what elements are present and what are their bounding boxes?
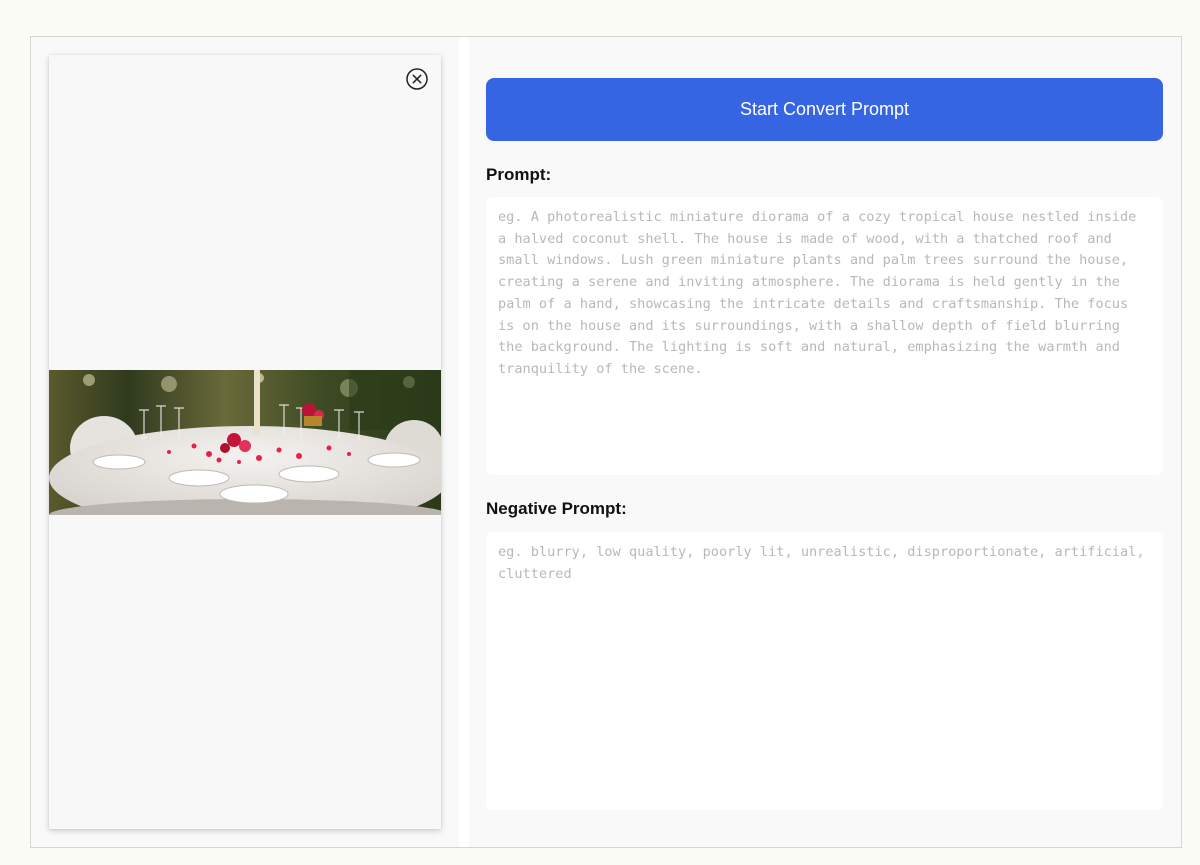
uploaded-image [49, 370, 441, 515]
prompt-input[interactable] [486, 197, 1163, 475]
image-panel [31, 37, 459, 847]
app-frame: Start Convert Prompt Prompt: Negative Pr… [30, 36, 1182, 848]
negative-prompt-label: Negative Prompt: [486, 499, 627, 518]
close-icon[interactable] [405, 67, 429, 91]
prompt-panel: Start Convert Prompt Prompt: Negative Pr… [469, 37, 1181, 847]
negative-prompt-input[interactable] [486, 532, 1163, 810]
prompt-label: Prompt: [486, 165, 552, 184]
start-convert-prompt-button[interactable]: Start Convert Prompt [486, 78, 1163, 141]
image-preview-card [49, 55, 441, 829]
panel-divider [459, 37, 469, 847]
